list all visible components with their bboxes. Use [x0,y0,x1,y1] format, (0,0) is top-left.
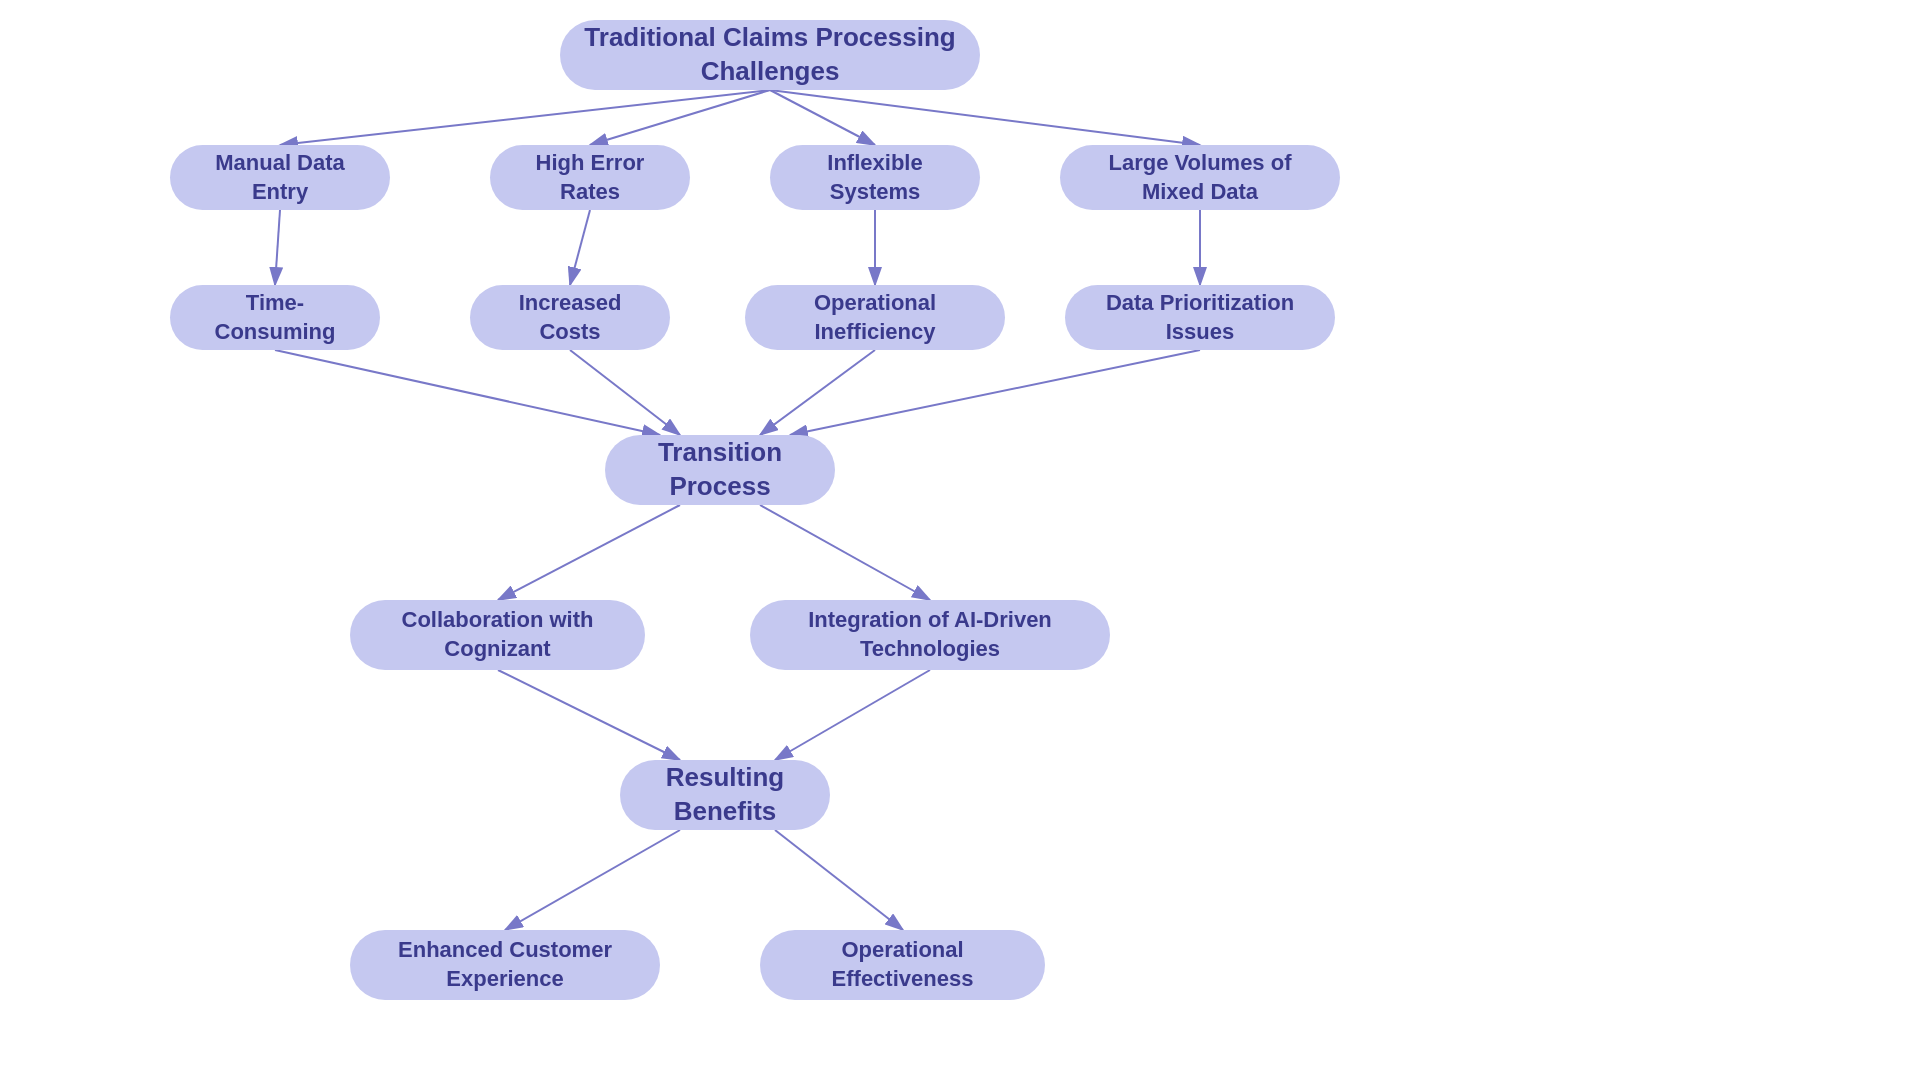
svg-line-11 [760,350,875,435]
diagram-container: Traditional Claims Processing Challenges… [0,0,1920,1080]
svg-line-6 [570,210,590,285]
node-high-error: High Error Rates [490,145,690,210]
node-cognizant: Collaboration with Cognizant [350,600,645,670]
node-enhanced: Enhanced Customer Experience [350,930,660,1000]
svg-line-10 [570,350,680,435]
svg-line-17 [505,830,680,930]
svg-line-4 [770,90,1200,145]
svg-line-2 [590,90,770,145]
svg-line-15 [498,670,680,760]
svg-line-1 [280,90,770,145]
node-data-prior: Data Prioritization Issues [1065,285,1335,350]
svg-line-16 [775,670,930,760]
svg-line-18 [775,830,903,930]
svg-line-12 [790,350,1200,435]
svg-line-9 [275,350,660,435]
svg-line-5 [275,210,280,285]
node-op-effectiveness: Operational Effectiveness [760,930,1045,1000]
svg-line-13 [498,505,680,600]
node-large-volumes: Large Volumes of Mixed Data [1060,145,1340,210]
node-ai-tech: Integration of AI-Driven Technologies [750,600,1110,670]
node-transition: Transition Process [605,435,835,505]
node-traditional: Traditional Claims Processing Challenges [560,20,980,90]
svg-line-14 [760,505,930,600]
node-resulting: Resulting Benefits [620,760,830,830]
node-inflexible: Inflexible Systems [770,145,980,210]
node-time-consuming: Time-Consuming [170,285,380,350]
node-manual: Manual Data Entry [170,145,390,210]
svg-line-3 [770,90,875,145]
node-increased-costs: Increased Costs [470,285,670,350]
node-op-inefficiency: Operational Inefficiency [745,285,1005,350]
